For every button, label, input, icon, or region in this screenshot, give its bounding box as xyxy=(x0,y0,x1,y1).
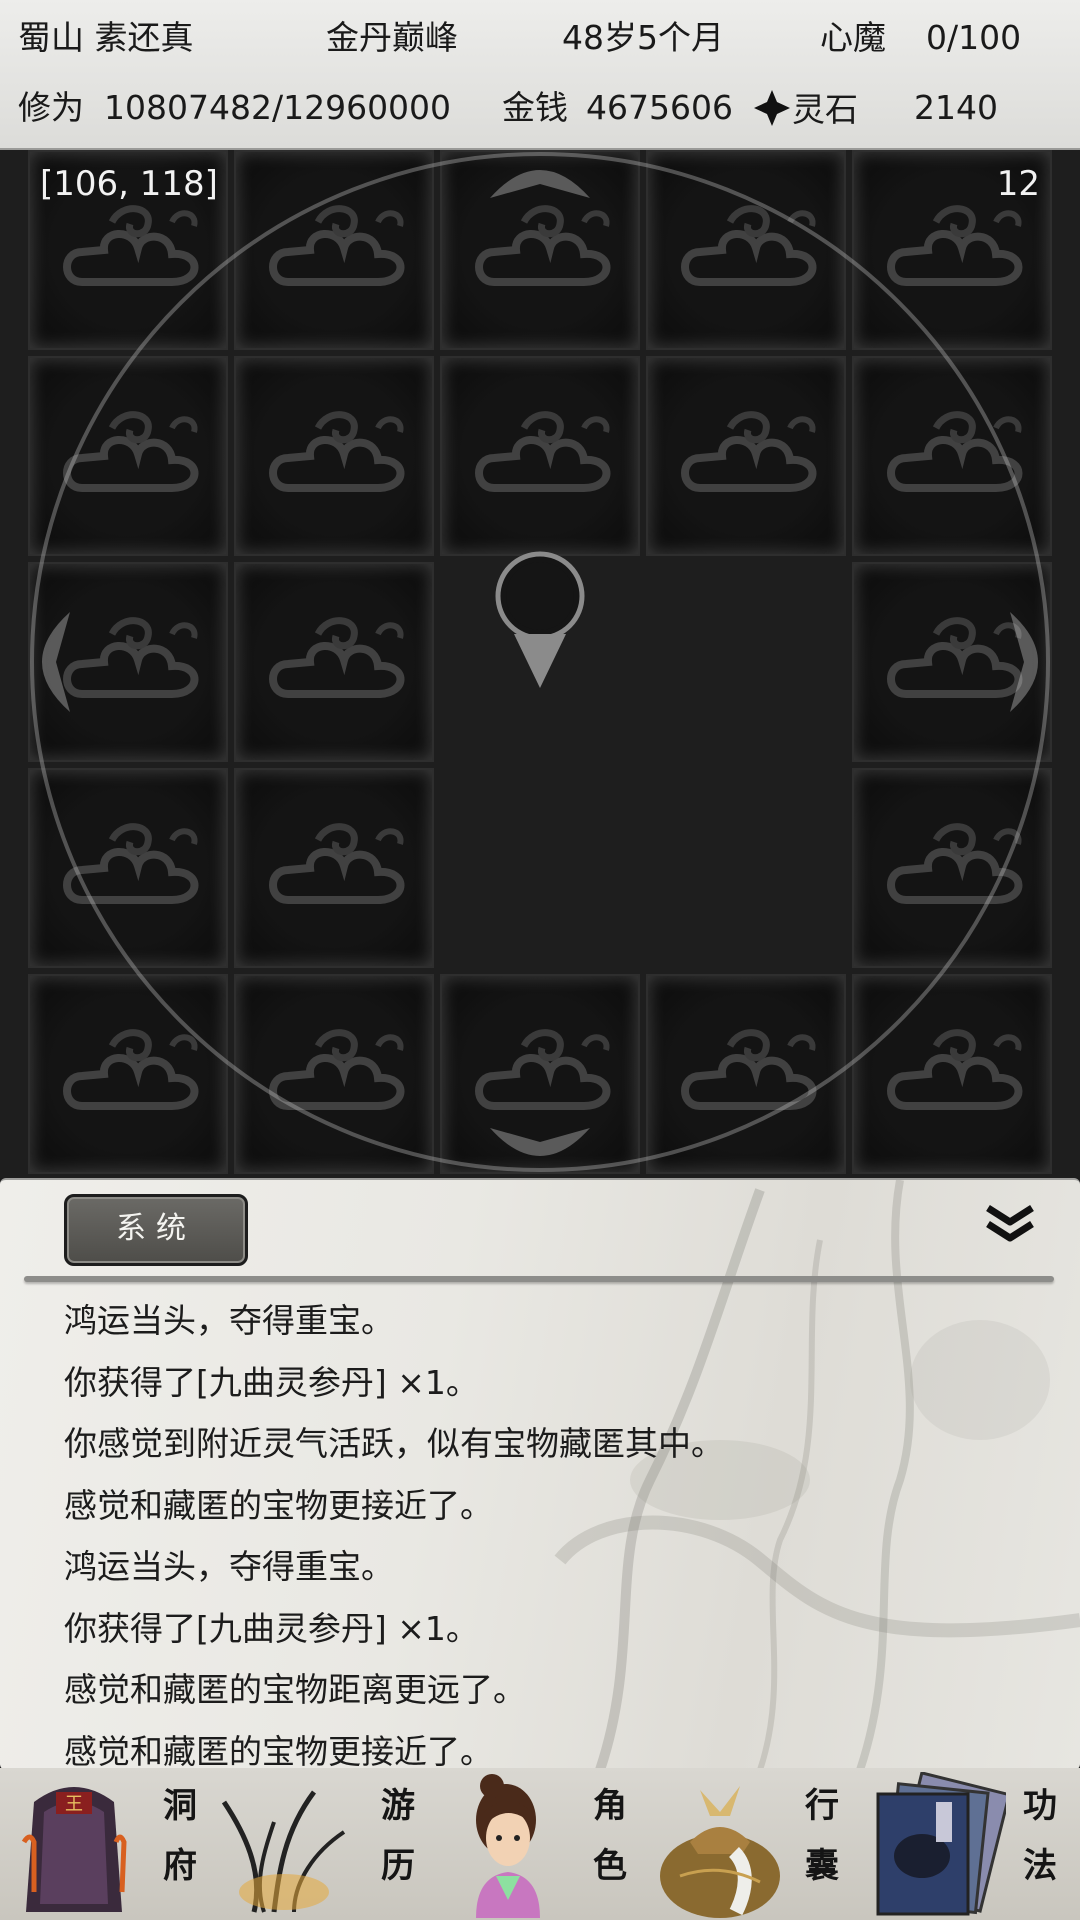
map-tile[interactable] xyxy=(28,562,228,762)
nav-techniques-bottom[interactable]: 法 xyxy=(1010,1836,1070,1896)
player-location-pin-icon xyxy=(495,551,585,688)
log-divider xyxy=(24,1276,1054,1282)
map-tile[interactable] xyxy=(852,356,1052,556)
heart-demon-label: 心魔 xyxy=(820,18,886,57)
status-header: 蜀山 素还真 金丹巅峰 48岁5个月 心魔 0/100 修为 10807482/… xyxy=(0,0,1080,150)
money-value: 4675606 xyxy=(586,88,733,127)
nav-travel-top[interactable]: 游 xyxy=(368,1776,428,1836)
log-message: 你获得了[九曲灵参丹] ×1。 xyxy=(64,1608,479,1648)
map-tile[interactable] xyxy=(28,974,228,1174)
map-tile[interactable] xyxy=(440,150,640,350)
money-label: 金钱 xyxy=(502,88,568,127)
map-tile[interactable] xyxy=(28,356,228,556)
log-message: 你获得了[九曲灵参丹] ×1。 xyxy=(64,1362,479,1402)
nav-cave-top[interactable]: 洞 xyxy=(150,1776,210,1836)
nav-character-bottom[interactable]: 色 xyxy=(580,1836,640,1896)
map-tile[interactable] xyxy=(646,150,846,350)
map-tile[interactable] xyxy=(646,768,846,968)
map-tile[interactable] xyxy=(646,974,846,1174)
sect-and-name: 蜀山 素还真 xyxy=(18,18,194,57)
message-list: 鸿运当头，夺得重宝。 你获得了[九曲灵参丹] ×1。 你感觉到附近灵气活跃，似有… xyxy=(64,1290,724,1770)
nav-character-top[interactable]: 角 xyxy=(580,1776,640,1836)
cave-dwelling-icon[interactable]: 王 xyxy=(4,1772,144,1918)
cultivation-value: 10807482/12960000 xyxy=(104,88,452,127)
collapse-chevron-icon[interactable] xyxy=(980,1200,1040,1250)
log-message: 鸿运当头，夺得重宝。 xyxy=(64,1547,394,1586)
nav-cave-bottom[interactable]: 府 xyxy=(150,1836,210,1896)
map-tile[interactable] xyxy=(646,562,846,762)
map-tile[interactable] xyxy=(852,974,1052,1174)
map-counter: 12 xyxy=(996,164,1040,204)
technique-books-icon[interactable] xyxy=(866,1772,1006,1918)
travel-grass-icon[interactable] xyxy=(214,1772,354,1918)
map-tile[interactable] xyxy=(440,356,640,556)
log-message: 感觉和藏匿的宝物更接近了。 xyxy=(64,1731,493,1771)
nav-bag-bottom[interactable]: 囊 xyxy=(792,1836,852,1896)
map-tile[interactable] xyxy=(234,768,434,968)
map-tile[interactable] xyxy=(234,562,434,762)
spirit-stone-label: 灵石 xyxy=(792,90,858,129)
message-log-panel: 系统 鸿运当头，夺得重宝。 你获得了[九曲灵参丹] ×1。 你感觉到附近灵气活跃… xyxy=(0,1178,1080,1770)
map-coordinates: [106, 118] xyxy=(40,164,218,204)
map-tile[interactable] xyxy=(852,562,1052,762)
spirit-stone: 灵石 xyxy=(752,88,858,130)
map-tile[interactable] xyxy=(234,150,434,350)
spirit-stone-value: 2140 xyxy=(914,88,998,127)
spirit-stone-icon xyxy=(754,90,790,126)
nav-techniques-top[interactable]: 功 xyxy=(1010,1776,1070,1836)
map-tile[interactable] xyxy=(440,768,640,968)
bottom-navigation: 王 洞 府 游 历 角 色 行 囊 功 法 xyxy=(0,1768,1080,1920)
age: 48岁5个月 xyxy=(562,18,724,57)
map-tile[interactable] xyxy=(234,356,434,556)
log-message: 你感觉到附近灵气活跃，似有宝物藏匿其中。 xyxy=(64,1424,724,1463)
inventory-bag-icon[interactable] xyxy=(650,1772,790,1918)
log-message: 感觉和藏匿的宝物更接近了。 xyxy=(64,1485,493,1525)
log-message: 鸿运当头，夺得重宝。 xyxy=(64,1301,394,1340)
realm: 金丹巅峰 xyxy=(326,18,458,57)
tab-system[interactable]: 系统 xyxy=(64,1194,248,1266)
nav-bag-top[interactable]: 行 xyxy=(792,1776,852,1836)
map-tile[interactable] xyxy=(28,768,228,968)
svg-text:王: 王 xyxy=(65,1794,83,1815)
exploration-map[interactable]: [106, 118] 12 xyxy=(0,150,1080,1178)
map-tile[interactable] xyxy=(646,356,846,556)
cultivation-label: 修为 xyxy=(18,88,84,127)
map-tile[interactable] xyxy=(440,974,640,1174)
log-message: 感觉和藏匿的宝物距离更远了。 xyxy=(64,1670,526,1709)
map-tile[interactable] xyxy=(852,768,1052,968)
heart-demon-value: 0/100 xyxy=(926,18,1022,57)
map-tile[interactable] xyxy=(234,974,434,1174)
nav-travel-bottom[interactable]: 历 xyxy=(368,1836,428,1896)
character-portrait-icon[interactable] xyxy=(436,1772,576,1918)
